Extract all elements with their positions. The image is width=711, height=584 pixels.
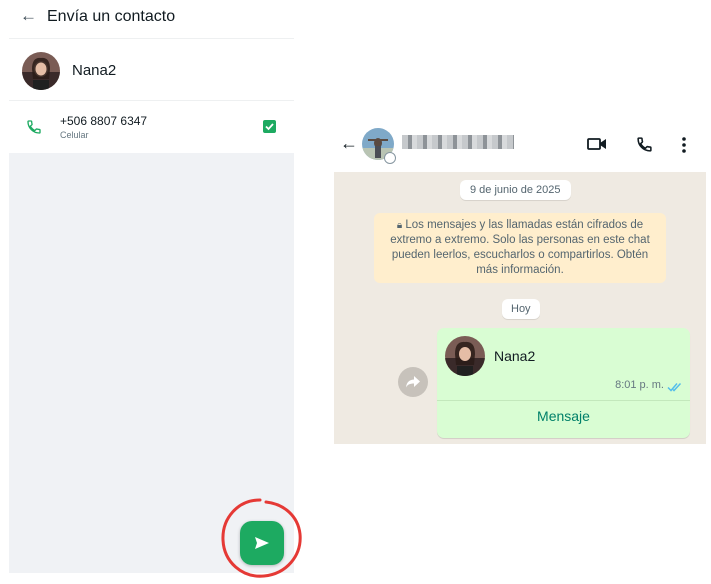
checkbox-checked-icon[interactable] <box>263 120 276 133</box>
send-contact-header: ← Envía un contacto <box>9 0 294 38</box>
chat-header: ← <box>334 122 706 172</box>
encryption-notice[interactable]: 🔒︎ Los mensajes y las llamadas están cif… <box>374 213 666 283</box>
divider <box>437 400 690 401</box>
contact-card-message[interactable]: Nana2 8:01 p. m. Mensaje <box>437 328 690 438</box>
phone-number-row[interactable]: +506 8807 6347 Celular <box>9 103 294 153</box>
more-vert-icon[interactable] <box>681 136 687 159</box>
status-ring-icon <box>384 152 396 164</box>
avatar <box>445 336 485 376</box>
message-timestamp: 8:01 p. m. <box>615 379 664 391</box>
phone-icon <box>26 119 42 135</box>
contact-card-name: Nana2 <box>494 348 536 364</box>
avatar <box>22 52 60 90</box>
chat-background: 9 de junio de 2025 🔒︎ Los mensajes y las… <box>334 172 706 444</box>
back-arrow-icon[interactable]: ← <box>340 133 358 154</box>
divider <box>9 100 294 101</box>
forward-icon <box>406 376 420 388</box>
divider <box>9 38 294 39</box>
chat-screen: ← 9 de junio de 2025 🔒︎ Los mensajes y l… <box>334 122 706 444</box>
blurred-contact-name <box>402 135 514 149</box>
send-contact-screen: ← Envía un contacto Nana2 +506 8807 6347… <box>9 0 294 573</box>
video-call-icon[interactable] <box>587 136 607 157</box>
voice-call-icon[interactable] <box>636 136 653 158</box>
today-chip: Hoy <box>502 299 540 319</box>
encryption-notice-text: Los mensajes y las llamadas están cifrad… <box>390 219 650 276</box>
lock-icon: 🔒︎ <box>396 220 403 231</box>
contact-header-row: Nana2 <box>9 42 294 100</box>
phone-number: +506 8807 6347 <box>60 114 148 128</box>
back-arrow-icon[interactable]: ← <box>20 6 37 26</box>
message-contact-button[interactable]: Mensaje <box>437 408 690 424</box>
contact-name: Nana2 <box>72 62 117 79</box>
page-title: Envía un contacto <box>47 8 176 25</box>
phone-type-label: Celular <box>60 130 89 140</box>
highlight-circle-annotation <box>221 498 302 578</box>
date-chip: 9 de junio de 2025 <box>460 180 571 200</box>
double-check-icon <box>667 379 683 397</box>
forward-button[interactable] <box>398 367 428 397</box>
